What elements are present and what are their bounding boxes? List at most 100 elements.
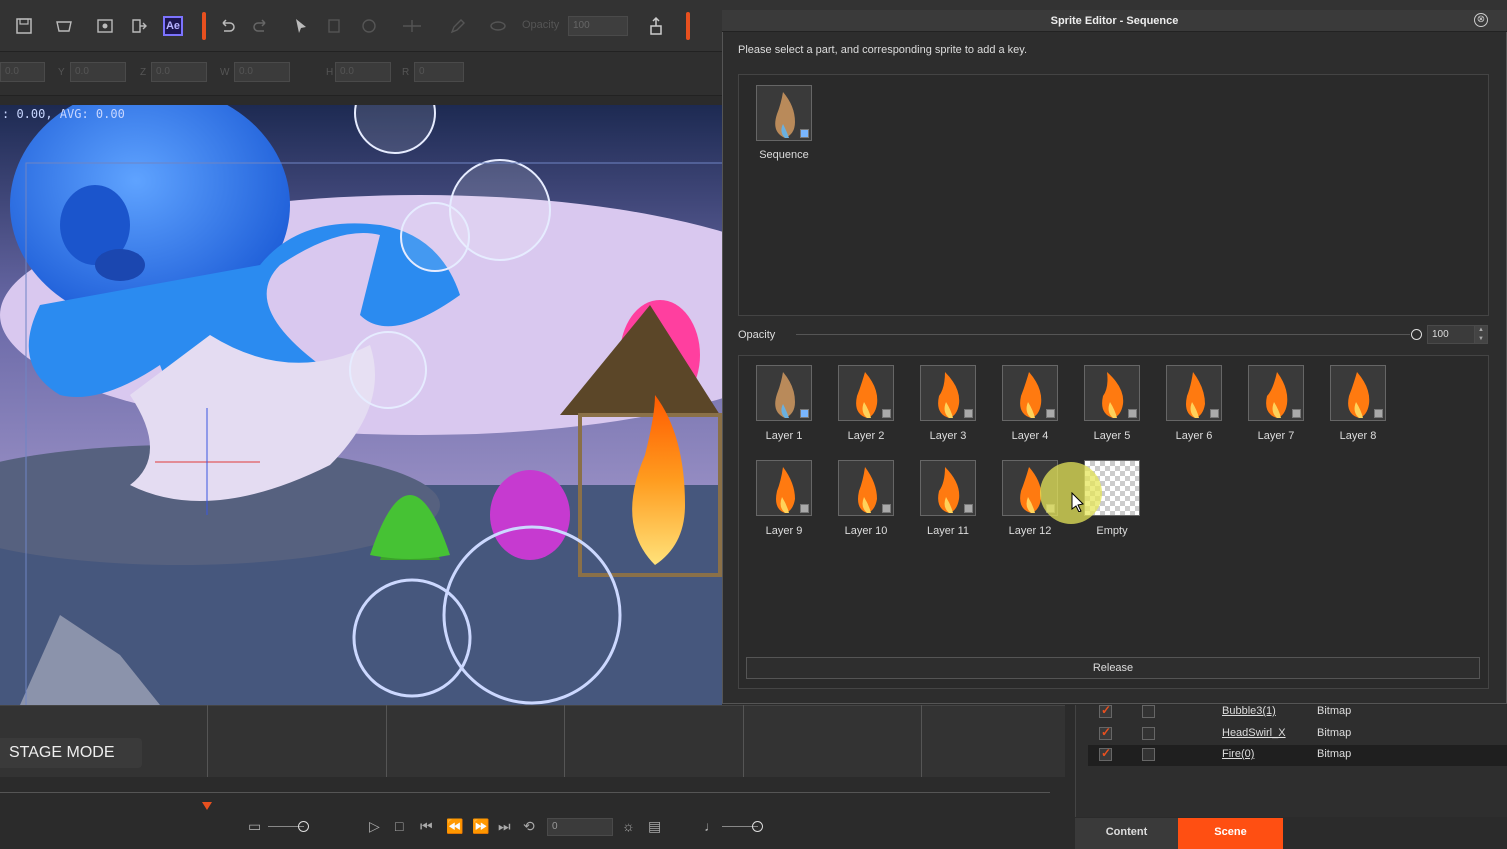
layer-label: Layer 2 — [847, 430, 885, 442]
tab-content[interactable]: Content — [1075, 818, 1178, 849]
opacity-spinner[interactable]: ▲ ▼ — [1474, 325, 1488, 344]
settings-icon[interactable]: ☼ — [622, 818, 635, 834]
sequence-sprite-thumbnail[interactable] — [756, 85, 812, 141]
pen-icon[interactable] — [446, 14, 470, 38]
toolbar-opacity-label: Opacity — [522, 19, 560, 31]
stage-canvas[interactable] — [0, 105, 722, 705]
layer-thumbnail[interactable] — [1166, 365, 1222, 421]
sprite-badge-icon — [800, 129, 809, 138]
scrub-track[interactable] — [0, 792, 1050, 793]
align-icon[interactable] — [400, 14, 424, 38]
transform-w-input[interactable]: 0.0 — [234, 62, 290, 82]
preview-icon[interactable] — [93, 14, 117, 38]
stage-artwork — [0, 105, 722, 705]
timeline-gridline — [564, 705, 565, 777]
layer-thumbnail[interactable] — [920, 365, 976, 421]
music-icon[interactable]: ♩ — [704, 818, 718, 834]
sprite-badge-icon — [882, 409, 891, 418]
opacity-slider-knob[interactable] — [1411, 329, 1422, 340]
playhead-marker[interactable] — [202, 802, 212, 810]
export-icon[interactable] — [127, 14, 151, 38]
transform-h-input[interactable]: 0.0 — [335, 62, 391, 82]
opacity-input[interactable]: 100 — [1427, 325, 1481, 344]
save-icon[interactable] — [12, 14, 36, 38]
layer-label: Layer 12 — [1008, 525, 1052, 537]
layer-label: Layer 11 — [927, 525, 969, 537]
eye-icon[interactable] — [486, 14, 510, 38]
timeline-gridline — [386, 705, 387, 777]
last-frame-icon[interactable]: ⏭ — [498, 818, 511, 835]
scene-row[interactable]: Bubble3(1) Bitmap — [1088, 702, 1507, 723]
visible-checkbox[interactable] — [1099, 703, 1112, 718]
copy-icon[interactable] — [322, 14, 346, 38]
layer-label: Layer 8 — [1339, 430, 1377, 442]
visible-checkbox[interactable] — [1099, 746, 1112, 761]
transform-y-input[interactable]: 0.0 — [70, 62, 126, 82]
sprite-badge-icon — [882, 504, 891, 513]
undo-icon[interactable] — [215, 14, 239, 38]
attach-icon[interactable] — [646, 14, 670, 38]
toolbar-separator — [202, 12, 206, 40]
transform-r-input[interactable]: 0 — [414, 62, 464, 82]
subtitle-slider-knob[interactable] — [298, 821, 309, 832]
layer-label: Layer 9 — [765, 525, 803, 537]
select-arrow-icon[interactable] — [289, 14, 313, 38]
stage-mode-label[interactable]: STAGE MODE — [0, 738, 142, 768]
play-icon[interactable]: ▷ — [369, 818, 380, 835]
dialog-title: Sprite Editor - Sequence — [722, 10, 1507, 32]
sprite-badge-icon — [1292, 409, 1301, 418]
sprite-badge-icon — [800, 504, 809, 513]
scene-row-name[interactable]: Bubble3(1) — [1222, 705, 1276, 717]
layer-thumbnail[interactable] — [920, 460, 976, 516]
tab-scene[interactable]: Scene — [1178, 818, 1283, 849]
visible-checkbox[interactable] — [1099, 725, 1112, 740]
frame-input[interactable]: 0 — [547, 818, 613, 836]
stop-icon[interactable]: □ — [395, 818, 403, 834]
layer-thumbnail[interactable] — [756, 365, 812, 421]
transform-z-label: Z — [140, 67, 147, 78]
layer-thumbnail[interactable] — [1002, 365, 1058, 421]
toolbar-separator-2 — [686, 12, 690, 40]
layer-thumbnail[interactable] — [1330, 365, 1386, 421]
prev-frame-icon[interactable]: ⏪ — [446, 818, 463, 835]
release-button[interactable]: Release — [746, 657, 1480, 679]
first-frame-icon[interactable]: ⏮ — [420, 818, 433, 835]
layer-thumbnail[interactable] — [838, 365, 894, 421]
sequence-label: Sequence — [759, 149, 809, 161]
sprite-badge-icon — [800, 409, 809, 418]
volume-slider-knob[interactable] — [752, 821, 763, 832]
scene-row[interactable]: HeadSwirl_X Bitmap — [1088, 724, 1507, 745]
next-frame-icon[interactable]: ⏩ — [472, 818, 489, 835]
basket-icon[interactable] — [52, 14, 76, 38]
paste-icon[interactable] — [357, 14, 381, 38]
layer-label: Layer 1 — [765, 430, 803, 442]
layer-label: Layer 7 — [1257, 430, 1295, 442]
timeline-icon[interactable]: ▤ — [648, 818, 661, 835]
layer-thumbnail[interactable] — [838, 460, 894, 516]
scene-row-name[interactable]: HeadSwirl_X — [1222, 727, 1286, 739]
layer-thumbnail[interactable] — [1248, 365, 1304, 421]
lock-checkbox[interactable] — [1142, 748, 1155, 761]
transform-z-input[interactable]: 0.0 — [151, 62, 207, 82]
redo-icon[interactable] — [249, 14, 273, 38]
opacity-slider-track[interactable] — [796, 334, 1410, 335]
scene-row-type: Bitmap — [1317, 705, 1352, 717]
scene-row-selected[interactable]: Fire(0) Bitmap — [1088, 745, 1507, 766]
playback-bar — [0, 777, 1065, 849]
subtitle-icon[interactable]: ▭ — [248, 818, 261, 835]
layer-thumbnail[interactable] — [1084, 365, 1140, 421]
toolbar-opacity-input[interactable]: 100 — [568, 16, 628, 36]
fps-readout: : 0.00, AVG: 0.00 — [2, 107, 125, 121]
transform-x-input[interactable]: 0.0 — [0, 62, 45, 82]
timeline-area — [0, 705, 1065, 777]
lock-checkbox[interactable] — [1142, 705, 1155, 718]
layer-thumbnail[interactable] — [756, 460, 812, 516]
sprite-badge-icon — [964, 409, 973, 418]
after-effects-icon[interactable]: Ae — [163, 16, 183, 36]
lock-checkbox[interactable] — [1142, 727, 1155, 740]
close-icon[interactable]: ⊗ — [1474, 13, 1488, 27]
scene-row-name[interactable]: Fire(0) — [1222, 748, 1254, 760]
sprite-badge-icon — [1210, 409, 1219, 418]
dialog-instruction: Please select a part, and corresponding … — [738, 44, 1028, 56]
loop-icon[interactable]: ⟲ — [523, 818, 535, 835]
